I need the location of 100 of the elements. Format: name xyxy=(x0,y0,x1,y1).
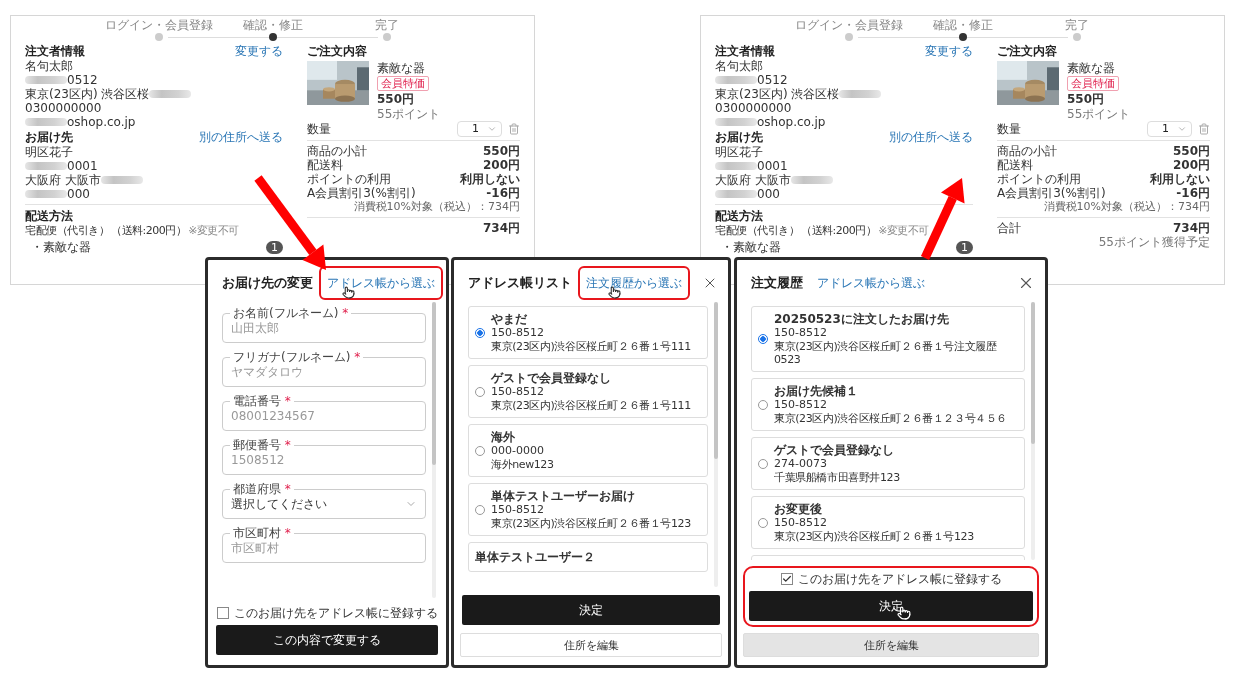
summary-label: A会員割引3(%割引) xyxy=(307,186,416,200)
checkbox[interactable] xyxy=(780,573,793,585)
address-text: 東京(23区内)渋谷区桜丘町２６番１２３号４５６ xyxy=(774,412,1007,425)
step-label: 確認・修正 xyxy=(932,18,993,32)
switch-source-link[interactable]: 注文履歴から選ぶ xyxy=(586,276,682,290)
section-title: 配送方法 xyxy=(25,209,73,224)
radio-button[interactable] xyxy=(758,458,768,469)
total-label: 合計 xyxy=(997,221,1021,235)
address-card[interactable]: お届け先候補１ 150-8512 東京(23区内)渋谷区桜丘町２６番１２３号４５６ xyxy=(751,378,1025,431)
address-card[interactable]: 単体テストユーザー２ xyxy=(468,542,708,572)
dialog-title: お届け先の変更 xyxy=(222,274,313,292)
other-address-link[interactable]: 別の住所へ送る xyxy=(199,130,283,145)
delivery-fee: （送料:200円） xyxy=(111,224,187,238)
delivery-note: ※変更不可 xyxy=(188,224,239,238)
confirm-button[interactable]: この内容で変更する xyxy=(216,625,438,655)
summary-label: 商品の小計 xyxy=(307,144,367,158)
address-card[interactable]: ゲストで会員登録なし 274-0073 千葉県船橋市田喜野井123 xyxy=(751,437,1025,490)
confirm-button[interactable]: 決定 xyxy=(749,591,1033,621)
address-name: ゲストで会員登録なし xyxy=(774,443,895,457)
points-note: 55ポイント獲得予定 xyxy=(1098,235,1210,249)
field-label: 電話番号 * xyxy=(230,394,294,408)
address-line: 0001 xyxy=(757,159,788,173)
address-line: 東京(23区内) 渋谷区桜 xyxy=(715,87,840,101)
address-name: 単体テストユーザー２ xyxy=(475,550,595,564)
delivery-note: ※変更不可 xyxy=(878,224,929,238)
radio-button[interactable] xyxy=(475,445,485,456)
radio-button[interactable] xyxy=(758,399,768,410)
postal-code: 150-8512 xyxy=(774,326,828,340)
confirm-button[interactable]: 決定 xyxy=(462,595,720,625)
change-link[interactable]: 変更する xyxy=(925,44,973,59)
address-text: 千葉県船橋市田喜野井123 xyxy=(774,471,900,484)
product-points: 55ポイント xyxy=(1067,107,1131,121)
address-line: 000 xyxy=(67,187,90,201)
summary-label: 配送料 xyxy=(307,158,343,172)
address-line: 0300000000 xyxy=(25,101,102,115)
section-title: ご注文内容 xyxy=(997,44,1057,59)
address-line: 名句太郎 xyxy=(25,59,73,73)
total-value: 734円 xyxy=(1172,221,1210,235)
switch-source-link[interactable]: アドレス帳から選ぶ xyxy=(817,276,925,290)
edit-address-button[interactable]: 住所を編集 xyxy=(743,633,1039,657)
address-line: oshop.co.jp xyxy=(757,115,826,129)
item-name: ・素敵な器 xyxy=(721,240,781,254)
delivery-method: 宅配便（代引き） xyxy=(715,224,799,238)
radio-button[interactable] xyxy=(758,517,768,528)
field-label: お名前(フルネーム) * xyxy=(230,306,352,320)
summary-label: 配送料 xyxy=(997,158,1033,172)
address-card[interactable]: 海外 000-0000 海外new123 xyxy=(468,424,708,477)
delivery-method: 宅配便（代引き） xyxy=(25,224,109,238)
radio-button[interactable] xyxy=(475,386,485,397)
address-line: 0512 xyxy=(757,73,788,87)
summary-value: 利用しない xyxy=(460,172,520,186)
radio-button[interactable] xyxy=(758,334,768,344)
product-name: 素敵な器 xyxy=(1067,61,1115,75)
member-price-tag: 会員特価 xyxy=(1067,76,1119,91)
product-price: 550円 xyxy=(1067,92,1105,106)
address-card[interactable]: やまだ 150-8512 東京(23区内)渋谷区桜丘町２６番１号111 xyxy=(468,306,708,359)
summary-label: A会員割引3(%割引) xyxy=(997,186,1106,200)
other-address-link[interactable]: 別の住所へ送る xyxy=(889,130,973,145)
address-text: 海外new123 xyxy=(491,458,554,471)
switch-source-link[interactable]: アドレス帳から選ぶ xyxy=(327,276,435,290)
dialog-title: アドレス帳リスト xyxy=(468,274,572,292)
address-line: 0001 xyxy=(67,159,98,173)
radio-button[interactable] xyxy=(475,327,485,338)
section-title: ご注文内容 xyxy=(307,44,367,59)
checkbox-label: このお届け先をアドレス帳に登録する xyxy=(233,606,438,620)
field-label: 都道府県 * xyxy=(230,482,294,496)
address-name: 20250523に注文したお届け先 xyxy=(774,312,950,326)
section-title: 注文者情報 xyxy=(715,44,775,59)
address-text: 東京(23区内)渋谷区桜丘町２６番１号123 xyxy=(774,530,974,543)
postal-code: 150-8512 xyxy=(491,503,545,517)
section-title: お届け先 xyxy=(25,130,73,145)
trash-icon[interactable] xyxy=(1198,123,1210,135)
quantity-select[interactable]: 1 xyxy=(457,121,502,137)
edit-address-button[interactable]: 住所を編集 xyxy=(460,633,722,657)
address-card[interactable]: 単体テストユーザーお届け 150-8512 東京(23区内)渋谷区桜丘町２６番１号123 xyxy=(468,483,708,536)
summary-value: 550円 xyxy=(1172,144,1210,158)
address-card[interactable]: 20250523に注文したお届け先 150-8512 東京(23区内)渋谷区桜丘町２６番１号注文履歴0523 xyxy=(751,306,1025,372)
address-line: 大阪府 大阪市 xyxy=(715,173,791,187)
delivery-fee: （送料:200円） xyxy=(801,224,877,238)
scrollbar[interactable] xyxy=(432,302,436,598)
radio-button[interactable] xyxy=(475,504,485,515)
step-label: 確認・修正 xyxy=(242,18,303,32)
postal-code: 150-8512 xyxy=(774,516,828,530)
checkbox[interactable] xyxy=(216,607,229,619)
postal-code: 274-0073 xyxy=(774,457,828,471)
address-card[interactable]: ゲストで会員登録なし 150-8512 東京(23区内)渋谷区桜丘町２６番１号111 xyxy=(468,365,708,418)
summary-value: 200円 xyxy=(482,158,520,172)
quantity-select[interactable]: 1 xyxy=(1147,121,1192,137)
address-line: 000 xyxy=(757,187,780,201)
trash-icon[interactable] xyxy=(508,123,520,135)
address-line: 明区花子 xyxy=(715,145,763,159)
address-text: 東京(23区内)渋谷区桜丘町２６番１号123 xyxy=(491,517,691,530)
address-line: 0512 xyxy=(67,73,98,87)
change-link[interactable]: 変更する xyxy=(235,44,283,59)
scrollbar[interactable] xyxy=(1031,302,1035,560)
chevron-icon xyxy=(487,124,497,134)
address-card[interactable]: お変更後 150-8512 東京(23区内)渋谷区桜丘町２６番１号123 xyxy=(751,496,1025,549)
summary-value: 550円 xyxy=(482,144,520,158)
scrollbar[interactable] xyxy=(714,302,718,587)
address-name: お届け先候補１ xyxy=(774,384,859,398)
